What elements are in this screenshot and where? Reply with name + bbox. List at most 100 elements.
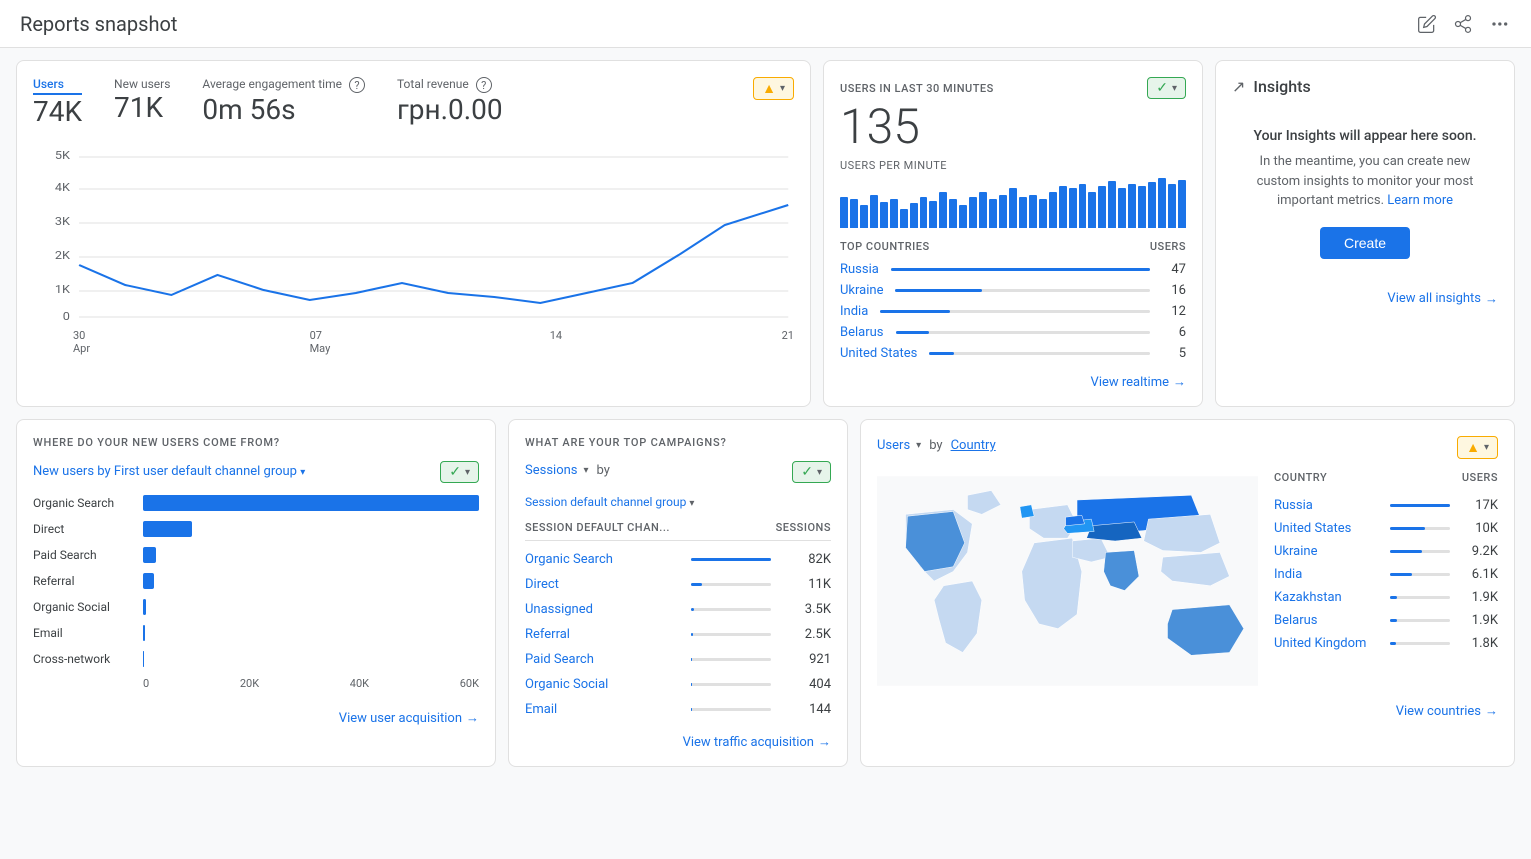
chart-label-may: 07May: [310, 329, 331, 355]
per-minute-bar: [900, 209, 908, 228]
acquisition-channel-row: Email: [33, 625, 479, 641]
geo-rows: Russia 17K United States 10K Ukraine 9.2…: [1274, 494, 1498, 655]
users-chart-svg: 5K 4K 3K 2K 1K 0: [33, 145, 794, 325]
campaign-name[interactable]: Organic Social: [525, 677, 679, 692]
acquisition-sub-label: New users by First user default channel …: [33, 464, 305, 479]
geo-table-header: COUNTRY USERS: [1274, 471, 1498, 488]
svg-text:5K: 5K: [55, 148, 71, 161]
view-user-acquisition-link[interactable]: View user acquisition →: [33, 710, 479, 726]
users-col-label: USERS: [1150, 240, 1186, 253]
view-realtime-link[interactable]: View realtime →: [840, 374, 1186, 390]
geo-country-row: Russia 17K: [1274, 494, 1498, 517]
avg-engagement-info-icon[interactable]: ?: [349, 77, 365, 93]
per-minute-bar: [1009, 188, 1017, 228]
total-revenue-label: Total revenue ?: [397, 77, 503, 93]
view-all-insights-link[interactable]: View all insights →: [1232, 291, 1498, 307]
campaigns-dim-link[interactable]: Session default channel group ▾: [525, 495, 831, 509]
app-header: Reports snapshot: [0, 0, 1531, 48]
acquisition-dim-link[interactable]: First user default channel group: [114, 464, 297, 479]
campaign-bar-wrap: [691, 583, 771, 586]
channel-bar: [143, 599, 146, 615]
geo-dim-label[interactable]: Country: [951, 438, 996, 453]
view-countries-link[interactable]: View countries →: [877, 703, 1498, 719]
camp-dim-dropdown[interactable]: ▾: [689, 498, 694, 509]
geo-countries-table: COUNTRY USERS Russia 17K United States 1…: [1258, 471, 1498, 695]
campaign-value: 144: [783, 702, 831, 717]
campaign-name[interactable]: Email: [525, 702, 679, 717]
campaign-name[interactable]: Paid Search: [525, 652, 679, 667]
country-bar: [896, 331, 929, 334]
geo-country-name[interactable]: Kazakhstan: [1274, 590, 1378, 605]
campaign-name[interactable]: Referral: [525, 627, 679, 642]
geo-country-bar: [1390, 550, 1422, 553]
more-icon[interactable]: [1487, 12, 1511, 36]
main-content: Users 74K New users 71K Average engageme…: [0, 48, 1531, 779]
geo-country-bar-wrap: [1390, 573, 1450, 576]
geo-country-name[interactable]: Ukraine: [1274, 544, 1378, 559]
check-icon: ✓: [449, 464, 461, 480]
world-map-svg: [877, 471, 1258, 691]
country-name-link[interactable]: Russia: [840, 262, 879, 277]
country-name-link[interactable]: India: [840, 304, 868, 319]
geo-country-value: 17K: [1462, 498, 1498, 513]
learn-more-link[interactable]: Learn more: [1387, 193, 1453, 208]
geo-country-bar-wrap: [1390, 619, 1450, 622]
per-minute-bar: [860, 205, 868, 228]
edit-icon[interactable]: [1415, 12, 1439, 36]
realtime-status-badge[interactable]: ✓ ▾: [1147, 77, 1186, 99]
channel-bar-wrap: [143, 625, 479, 641]
geo-country-name[interactable]: United States: [1274, 521, 1378, 536]
campaigns-status-badge[interactable]: ✓ ▾: [792, 461, 831, 483]
country-name-link[interactable]: United States: [840, 346, 917, 361]
user-acquisition-card: WHERE DO YOUR NEW USERS COME FROM? New u…: [16, 419, 496, 767]
geo-country-bar-wrap: [1390, 642, 1450, 645]
per-minute-bar: [929, 201, 937, 228]
geo-warning-dropdown: ▾: [1484, 442, 1489, 453]
geo-country-name[interactable]: Belarus: [1274, 613, 1378, 628]
geo-country-name[interactable]: Russia: [1274, 498, 1378, 513]
acquisition-channel-row: Cross-network: [33, 651, 479, 667]
geo-country-name[interactable]: India: [1274, 567, 1378, 582]
country-bar-wrap: [895, 289, 1150, 292]
new-users-label: New users: [114, 77, 170, 91]
warning-badge[interactable]: ▲ ▾: [753, 77, 794, 100]
campaign-name[interactable]: Organic Search: [525, 552, 679, 567]
per-minute-bar: [1128, 184, 1136, 228]
acquisition-status-badge[interactable]: ✓ ▾: [440, 461, 479, 483]
channel-label: Paid Search: [33, 548, 143, 562]
channel-bar: [143, 625, 145, 641]
page-title: Reports snapshot: [20, 12, 177, 36]
country-name-link[interactable]: Belarus: [840, 325, 884, 340]
acquisition-dim-dropdown[interactable]: ▾: [300, 467, 305, 478]
total-revenue-info-icon[interactable]: ?: [476, 77, 492, 93]
campaign-name[interactable]: Unassigned: [525, 602, 679, 617]
geo-country-value: 10K: [1462, 521, 1498, 536]
users-col-label: USERS: [1462, 471, 1498, 484]
geo-country-bar-wrap: [1390, 504, 1450, 507]
share-icon[interactable]: [1451, 12, 1475, 36]
view-traffic-acquisition-link[interactable]: View traffic acquisition →: [525, 734, 831, 750]
campaign-bar-wrap: [691, 683, 771, 686]
campaign-value: 921: [783, 652, 831, 667]
per-minute-bar: [1118, 188, 1126, 228]
campaign-bar-wrap: [691, 658, 771, 661]
geo-country-bar: [1390, 527, 1425, 530]
sessions-label[interactable]: Sessions: [525, 463, 578, 478]
geo-country-name[interactable]: United Kingdom: [1274, 636, 1378, 651]
geo-warning-badge[interactable]: ▲ ▾: [1457, 436, 1498, 459]
x-axis-label: 60K: [460, 677, 479, 690]
channel-bar-wrap: [143, 599, 479, 615]
campaign-name[interactable]: Direct: [525, 577, 679, 592]
country-name-link[interactable]: Ukraine: [840, 283, 883, 298]
realtime-countries-list: Russia 47 Ukraine 16 India 12 Belarus 6 …: [840, 259, 1186, 364]
sessions-dropdown[interactable]: ▾: [584, 465, 589, 476]
users-label[interactable]: Users: [33, 77, 82, 95]
geo-metric-label[interactable]: Users: [877, 438, 910, 453]
country-bar-wrap: [891, 268, 1150, 271]
user-acquisition-section-label: WHERE DO YOUR NEW USERS COME FROM?: [33, 436, 479, 449]
campaign-row: Referral 2.5K: [525, 622, 831, 647]
per-minute-bar: [999, 195, 1007, 228]
campaign-bar-wrap: [691, 558, 771, 561]
geo-metric-dropdown[interactable]: ▾: [916, 440, 921, 451]
create-insights-button[interactable]: Create: [1320, 227, 1410, 259]
